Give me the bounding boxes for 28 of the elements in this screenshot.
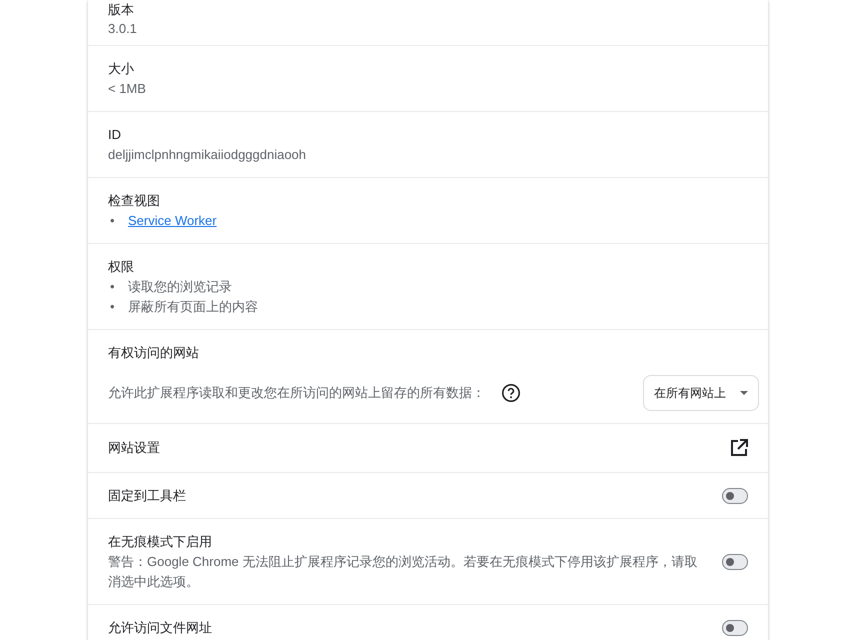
bullet: • (110, 212, 116, 230)
toggle-switch[interactable] (722, 554, 748, 570)
list-item: 屏蔽所有页面上的内容 (128, 298, 258, 316)
bullet: • (110, 298, 116, 316)
description: 允许此扩展程序读取和更改您在所访问的网站上留存的所有数据： (108, 384, 485, 402)
site-access-select[interactable]: 在所有网站上 (643, 375, 759, 411)
section-label: 允许访问文件网址 (108, 619, 213, 637)
section-value: 3.0.1 (108, 20, 138, 38)
section-label: 检查视图 (108, 192, 161, 210)
toggle-switch[interactable] (722, 488, 748, 504)
section-value: < 1MB (108, 80, 147, 98)
help-icon[interactable] (501, 383, 521, 403)
toggle-switch[interactable] (722, 620, 748, 636)
section-label: 固定到工具栏 (108, 487, 187, 505)
section-label: 有权访问的网站 (108, 344, 200, 362)
section-value: deljjimclpnhngmikaiiodgggdniaooh (108, 146, 308, 164)
caret-icon (740, 391, 748, 395)
link[interactable]: Service Worker (128, 211, 217, 231)
section-label: 网站设置 (108, 439, 160, 457)
section-label: 权限 (108, 258, 135, 276)
external-link-icon[interactable] (730, 439, 748, 457)
section-label: 版本 (108, 1, 135, 19)
section-label: 在无痕模式下启用 (108, 533, 213, 551)
section-label: 大小 (108, 60, 135, 78)
description: 警告：Google Chrome 无法阻止扩展程序记录您的浏览活动。若要在无痕模式下停用该扩展程序，请取消选中此选项。 (108, 553, 698, 591)
list-item: 读取您的浏览记录 (128, 278, 232, 296)
section-label: ID (108, 126, 122, 144)
bullet: • (110, 278, 116, 296)
